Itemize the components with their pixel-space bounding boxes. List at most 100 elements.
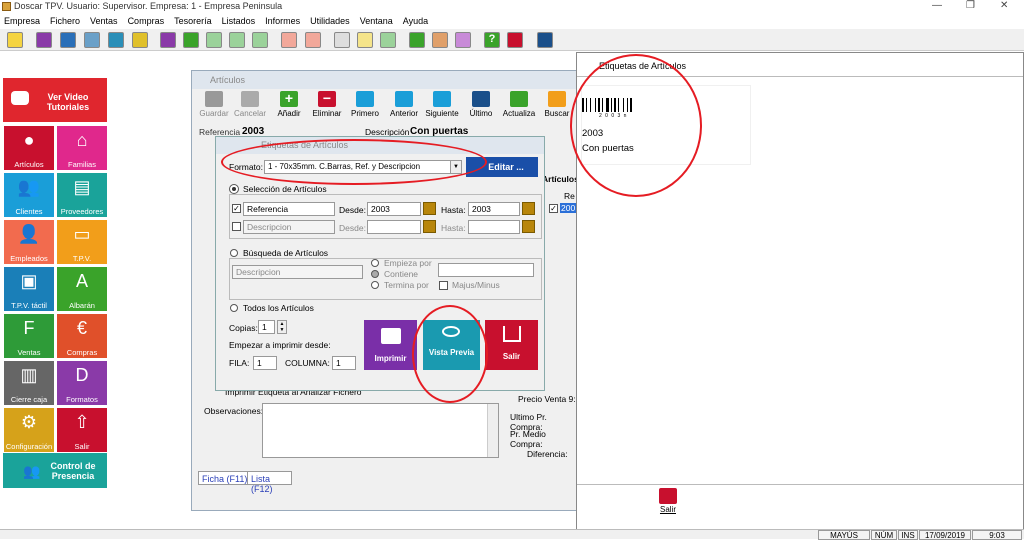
menu-empresa[interactable]: Empresa <box>4 14 40 28</box>
close-button[interactable]: ✕ <box>1000 0 1008 11</box>
employees-icon[interactable] <box>108 32 124 48</box>
menu-ventana[interactable]: Ventana <box>360 14 393 28</box>
list-row-checkbox[interactable]: ✓ <box>549 204 558 213</box>
referencia-checkbox[interactable]: ✓ <box>232 204 241 213</box>
maximize-button[interactable]: ❐ <box>966 0 975 11</box>
columna-input[interactable]: 1 <box>332 356 356 370</box>
articles-icon[interactable] <box>36 32 52 48</box>
sidebar-item-cierre-caja[interactable]: ▥ Cierre caja <box>4 361 54 405</box>
copias-input[interactable]: 1 <box>258 320 275 334</box>
sidebar-item-formatos[interactable]: D Formatos <box>57 361 107 405</box>
busqueda-select[interactable]: Descripcion <box>232 265 363 279</box>
phone-icon[interactable] <box>432 32 448 48</box>
desde-input[interactable]: 2003 <box>367 202 421 216</box>
sidebar-item-compras[interactable]: € Compras <box>57 314 107 358</box>
sales-icon[interactable] <box>183 32 199 48</box>
tpv-icon[interactable] <box>132 32 148 48</box>
desde-input-2[interactable] <box>367 220 421 234</box>
p-icon[interactable] <box>206 32 222 48</box>
first-button[interactable]: Primero <box>346 91 384 118</box>
fila-input[interactable]: 1 <box>253 356 277 370</box>
chart-icon[interactable] <box>160 32 176 48</box>
open-icon[interactable] <box>7 32 23 48</box>
contiene-radio[interactable] <box>371 270 379 278</box>
search-icon[interactable] <box>522 202 535 215</box>
sidebar-item-proveedores[interactable]: ▤ Proveedores <box>57 173 107 217</box>
list-row-value[interactable]: 200 <box>560 203 577 213</box>
sidebar-item-label: Ventas <box>17 348 41 357</box>
search-icon[interactable] <box>423 202 436 215</box>
search-icon[interactable] <box>522 220 535 233</box>
todos-radio[interactable] <box>230 304 238 312</box>
tools-icon[interactable] <box>537 32 553 48</box>
observaciones-textarea[interactable] <box>262 403 499 458</box>
help-icon[interactable]: ? <box>484 32 500 48</box>
list-icon[interactable] <box>357 32 373 48</box>
safe-icon[interactable] <box>334 32 350 48</box>
sidebar-item-empleados[interactable]: 👤 Empleados <box>4 220 54 264</box>
menu-tesoreria[interactable]: Tesorería <box>174 14 212 28</box>
sidebar-item-t-p-v-t-ctil[interactable]: ▣ T.P.V. táctil <box>4 267 54 311</box>
preview-salir-button[interactable]: Salir <box>657 488 679 516</box>
menu-informes[interactable]: Informes <box>265 14 300 28</box>
people-icon: 👥 <box>23 463 41 479</box>
descripcion-checkbox[interactable] <box>232 222 241 231</box>
sidebar-item-label: Salir <box>74 442 90 451</box>
menu-listados[interactable]: Listados <box>222 14 256 28</box>
salir-button[interactable]: Salir <box>485 320 538 370</box>
f-purchase-icon[interactable] <box>305 32 321 48</box>
next-button[interactable]: Siguiente <box>423 91 461 118</box>
delete-button[interactable]: − Eliminar <box>308 91 346 118</box>
descripcion-select[interactable]: Descripcion <box>243 220 335 234</box>
menu-compras[interactable]: Compras <box>128 14 165 28</box>
sidebar-item-albar-n[interactable]: A Albarán <box>57 267 107 311</box>
cancel-button[interactable]: Cancelar <box>231 91 269 118</box>
settings-icon[interactable] <box>409 32 425 48</box>
minimize-button[interactable]: — <box>932 0 942 11</box>
sidebar-item-t-p-v[interactable]: ▭ T.P.V. <box>57 220 107 264</box>
exit-icon[interactable] <box>507 32 523 48</box>
busqueda-input[interactable] <box>438 263 534 277</box>
app-icon <box>2 2 11 11</box>
sidebar-item-ventas[interactable]: F Ventas <box>4 314 54 358</box>
sidebar-item-salir[interactable]: ⇧ Salir <box>57 408 107 452</box>
a-purchase-icon[interactable] <box>281 32 297 48</box>
sidebar-item-configuraci-n[interactable]: ⚙ Configuración <box>4 408 54 452</box>
seleccion-radio[interactable] <box>229 184 239 194</box>
menu-fichero[interactable]: Fichero <box>50 14 80 28</box>
menu-ayuda[interactable]: Ayuda <box>403 14 428 28</box>
video-tutorials-button[interactable]: Ver Video Tutoriales <box>3 78 107 122</box>
f-icon[interactable] <box>252 32 268 48</box>
suppliers-icon[interactable] <box>84 32 100 48</box>
refresh-button[interactable]: Actualiza <box>500 91 538 118</box>
clients-icon[interactable] <box>60 32 76 48</box>
imprimir-button[interactable]: Imprimir <box>364 320 417 370</box>
mayus-label: Majus/Minus <box>452 280 500 290</box>
previous-button[interactable]: Anterior <box>385 91 423 118</box>
last-button[interactable]: Último <box>462 91 500 118</box>
calculator-icon[interactable] <box>455 32 471 48</box>
a-icon[interactable] <box>229 32 245 48</box>
hasta-input-2[interactable] <box>468 220 520 234</box>
copias-spinner[interactable]: ▲ ▼ <box>277 320 287 334</box>
presence-control-button[interactable]: 👥 Control de Presencia <box>3 453 107 488</box>
termina-radio[interactable] <box>371 281 379 289</box>
empieza-radio[interactable] <box>371 259 379 267</box>
search-icon[interactable] <box>423 220 436 233</box>
sidebar-icon: A <box>75 271 89 291</box>
save-button[interactable]: Guardar <box>195 91 233 118</box>
sidebar-item-label: Empleados <box>10 254 48 263</box>
referencia-select[interactable]: Referencia <box>243 202 335 216</box>
menu-ventas[interactable]: Ventas <box>90 14 118 28</box>
menu-utilidades[interactable]: Utilidades <box>310 14 350 28</box>
busqueda-radio[interactable] <box>230 249 238 257</box>
euro-icon[interactable] <box>380 32 396 48</box>
add-button[interactable]: + Añadir <box>270 91 308 119</box>
sidebar-item-familias[interactable]: ⌂ Familias <box>57 126 107 170</box>
sidebar-item-art-culos[interactable]: ● Artículos <box>4 126 54 170</box>
tab-lista[interactable]: Lista (F12) <box>247 471 292 494</box>
hasta-input[interactable]: 2003 <box>468 202 520 216</box>
observaciones-scrollbar[interactable] <box>487 404 498 457</box>
sidebar-item-clientes[interactable]: 👥 Clientes <box>4 173 54 217</box>
mayus-checkbox[interactable] <box>439 281 448 290</box>
